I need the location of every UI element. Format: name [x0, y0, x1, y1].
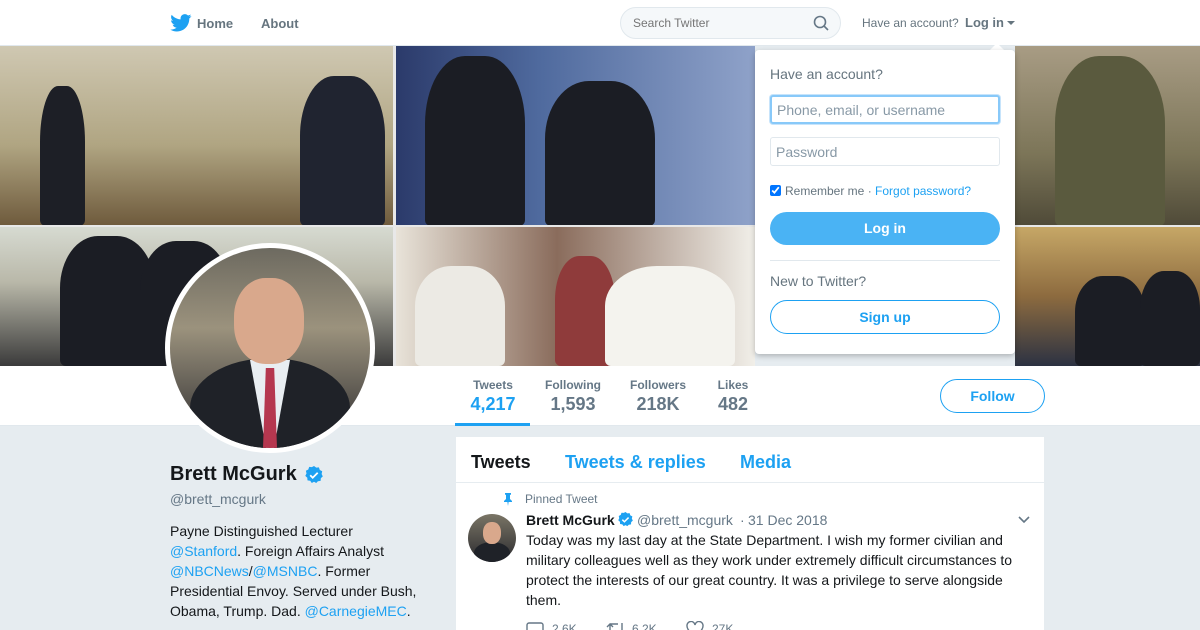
login-button[interactable]: Log in — [770, 212, 1000, 245]
nav-home-link[interactable]: Home — [197, 16, 233, 31]
separator: · — [867, 184, 872, 198]
bio-link-nbcnews[interactable]: @NBCNews — [170, 563, 249, 579]
banner-divider — [0, 225, 1200, 227]
login-dropdown-toggle[interactable]: Log in — [965, 15, 1004, 30]
stat-label: Following — [545, 378, 601, 392]
timeline-panel: Tweets Tweets & replies Media Pinned Twe… — [456, 437, 1044, 630]
tweet-text: Today was my last day at the State Depar… — [526, 532, 1013, 608]
tab-tweets[interactable]: Tweets — [471, 452, 531, 473]
banner-photo-meeting — [395, 226, 755, 366]
bio-link-msnbc[interactable]: @MSNBC — [253, 563, 318, 579]
twitter-bird-icon[interactable] — [170, 14, 192, 32]
bio-text: . Foreign Affairs Analyst — [237, 543, 384, 559]
stat-tweets[interactable]: Tweets 4,217 — [466, 378, 520, 415]
stat-followers[interactable]: Followers 218K — [628, 378, 688, 415]
profile-avatar[interactable] — [165, 243, 375, 453]
tweet-avatar[interactable] — [468, 514, 516, 562]
retweet-count: 6.2K — [632, 622, 657, 630]
tweet-separator: · — [740, 512, 745, 528]
remember-me-label[interactable]: Remember me — [785, 184, 864, 198]
tab-media[interactable]: Media — [740, 452, 791, 473]
banner-photo-oval-office-meeting — [1015, 226, 1200, 366]
tweet-author-handle[interactable]: @brett_mcgurk — [637, 512, 733, 528]
avatar — [170, 248, 370, 448]
password-field[interactable] — [770, 137, 1000, 166]
tweet-date[interactable]: 31 Dec 2018 — [748, 512, 827, 528]
chevron-down-icon[interactable] — [1007, 21, 1015, 25]
follow-button[interactable]: Follow — [940, 379, 1045, 413]
top-navbar: Home About Have an account? Log in — [0, 0, 1200, 46]
reply-icon — [526, 622, 544, 630]
bio-text: . — [406, 603, 411, 619]
search-input[interactable] — [620, 7, 841, 39]
tweet-author-name[interactable]: Brett McGurk — [526, 512, 615, 528]
stat-value: 482 — [717, 394, 749, 414]
reply-count: 2.6K — [552, 622, 577, 630]
stat-following[interactable]: Following 1,593 — [543, 378, 603, 415]
banner-photo-oval-office — [0, 46, 395, 226]
stat-label: Likes — [717, 378, 749, 392]
dropdown-title: Have an account? — [770, 66, 883, 82]
bio-link-stanford[interactable]: @Stanford — [170, 543, 237, 559]
banner-divider — [393, 46, 396, 366]
login-dropdown: Have an account? Remember me · Forgot pa… — [755, 50, 1015, 354]
chevron-down-icon[interactable] — [1017, 515, 1031, 525]
banner-photo-pentagon — [395, 46, 755, 226]
stat-value: 1,593 — [550, 394, 596, 414]
stat-label: Followers — [629, 378, 686, 392]
timeline-tabs: Tweets Tweets & replies Media — [456, 437, 1044, 483]
stat-value: 4,217 — [470, 394, 516, 414]
banner-photo-soldier — [1015, 46, 1200, 226]
forgot-password-link[interactable]: Forgot password? — [875, 184, 971, 198]
signup-button[interactable]: Sign up — [770, 300, 1000, 334]
stat-value: 218K — [636, 394, 680, 414]
bio-link-carnegie[interactable]: @CarnegieMEC — [305, 603, 407, 619]
new-to-twitter-text: New to Twitter? — [770, 273, 867, 289]
remember-me-row: Remember me · Forgot password? — [770, 184, 971, 198]
nav-about-link[interactable]: About — [261, 16, 299, 31]
retweet-icon — [606, 623, 623, 630]
username-field[interactable] — [770, 95, 1000, 124]
pinned-tweet-label: Pinned Tweet — [525, 492, 598, 506]
profile-name[interactable]: Brett McGurk — [170, 463, 297, 486]
tab-tweets-replies[interactable]: Tweets & replies — [565, 452, 706, 473]
profile-bio: Payne Distinguished Lecturer @Stanford. … — [170, 521, 440, 621]
divider — [770, 260, 1000, 261]
stat-likes[interactable]: Likes 482 — [713, 378, 753, 415]
verified-badge-icon — [305, 466, 323, 483]
search-icon[interactable] — [813, 15, 829, 31]
profile-handle[interactable]: @brett_mcgurk — [170, 491, 266, 507]
have-account-text: Have an account? — [862, 16, 959, 30]
bio-text: Payne Distinguished Lecturer — [170, 523, 353, 539]
like-count: 27K — [712, 622, 734, 630]
verified-badge-icon — [618, 512, 633, 527]
pin-icon — [504, 493, 512, 506]
remember-me-checkbox[interactable] — [770, 185, 781, 196]
heart-icon — [686, 621, 704, 630]
active-tab-indicator — [455, 423, 530, 426]
stat-label: Tweets — [473, 378, 513, 392]
